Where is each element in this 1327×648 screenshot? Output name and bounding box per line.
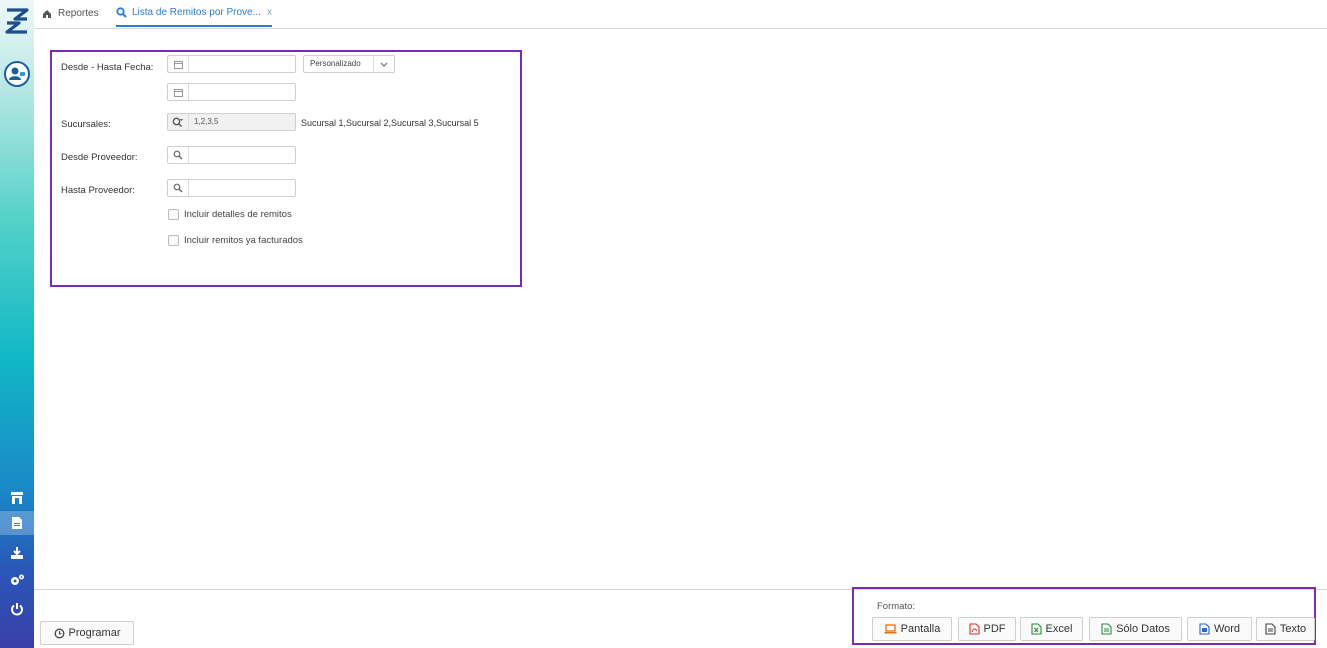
- calendar-icon[interactable]: [168, 56, 189, 72]
- search-icon[interactable]: [168, 147, 189, 163]
- text-file-icon: [1265, 623, 1276, 635]
- user-icon: [9, 67, 25, 80]
- desde-proveedor-label: Desde Proveedor:: [61, 152, 138, 163]
- word-button[interactable]: Word: [1187, 617, 1252, 641]
- app-logo[interactable]: [4, 6, 30, 36]
- download-icon[interactable]: [0, 541, 34, 565]
- programar-button[interactable]: Programar: [40, 621, 134, 645]
- pdf-button[interactable]: PDF: [958, 617, 1016, 641]
- desde-proveedor-input[interactable]: [167, 146, 296, 164]
- user-avatar[interactable]: [4, 61, 30, 87]
- calendar-icon[interactable]: [168, 84, 189, 100]
- solo-datos-label: Sólo Datos: [1116, 623, 1170, 635]
- hasta-fecha-input[interactable]: [167, 83, 296, 101]
- solo-datos-button[interactable]: Sólo Datos: [1089, 617, 1182, 641]
- home-icon: [43, 9, 51, 18]
- sucursales-label: Sucursales:: [61, 119, 111, 130]
- sidebar: [0, 0, 34, 648]
- excel-button[interactable]: Excel: [1020, 617, 1083, 641]
- tab-reportes-label: Reportes: [58, 8, 99, 19]
- pdf-label: PDF: [983, 623, 1006, 635]
- power-icon[interactable]: [0, 597, 34, 621]
- hasta-proveedor-input[interactable]: [167, 179, 296, 197]
- range-select-value: Personalizado: [310, 59, 361, 68]
- chk-incluir-detalles-label: Incluir detalles de remitos: [184, 209, 292, 220]
- settings-icon[interactable]: [0, 568, 34, 592]
- chk-incluir-detalles[interactable]: Incluir detalles de remitos: [168, 209, 292, 220]
- texto-label: Texto: [1279, 623, 1307, 635]
- store-icon[interactable]: [0, 486, 34, 510]
- chk-incluir-facturados[interactable]: Incluir remitos ya facturados: [168, 235, 303, 246]
- search-icon[interactable]: [168, 180, 189, 196]
- data-file-icon: [1101, 623, 1112, 635]
- formato-label: Formato:: [877, 601, 916, 612]
- hasta-proveedor-label: Hasta Proveedor:: [61, 185, 135, 196]
- search-icon: [116, 7, 127, 18]
- excel-icon: [1030, 623, 1042, 635]
- search-select-icon[interactable]: [168, 114, 189, 130]
- tab-lista-remitos[interactable]: Lista de Remitos por Prove... x: [116, 0, 272, 27]
- pantalla-button[interactable]: Pantalla: [872, 617, 952, 641]
- reports-icon[interactable]: [0, 511, 34, 535]
- word-label: Word: [1213, 623, 1241, 635]
- programar-label: Programar: [68, 627, 121, 639]
- close-tab-icon[interactable]: x: [267, 7, 272, 18]
- excel-label: Excel: [1045, 623, 1073, 635]
- chk-incluir-facturados-label: Incluir remitos ya facturados: [184, 235, 303, 246]
- tab-lista-remitos-label: Lista de Remitos por Prove...: [132, 7, 261, 18]
- laptop-icon: [884, 624, 897, 634]
- sucursales-value: 1,2,3,5: [194, 117, 219, 126]
- checkbox-detalles[interactable]: [168, 209, 179, 220]
- chevron-down-icon: [373, 56, 394, 72]
- pdf-icon: [968, 623, 980, 635]
- tab-bar: Reportes Lista de Remitos por Prove... x: [34, 0, 1327, 29]
- tab-reportes[interactable]: Reportes: [42, 0, 99, 27]
- word-icon: [1199, 623, 1210, 635]
- texto-button[interactable]: Texto: [1256, 617, 1315, 641]
- sucursales-description: Sucursal 1,Sucursal 2,Sucursal 3,Sucursa…: [301, 118, 479, 128]
- desde-fecha-input[interactable]: [167, 55, 296, 73]
- checkbox-facturados[interactable]: [168, 235, 179, 246]
- fecha-label: Desde - Hasta Fecha:: [61, 62, 154, 73]
- clock-icon: [54, 628, 64, 638]
- range-select[interactable]: Personalizado: [303, 55, 395, 73]
- pantalla-label: Pantalla: [900, 623, 941, 635]
- sucursales-input[interactable]: 1,2,3,5: [167, 113, 296, 131]
